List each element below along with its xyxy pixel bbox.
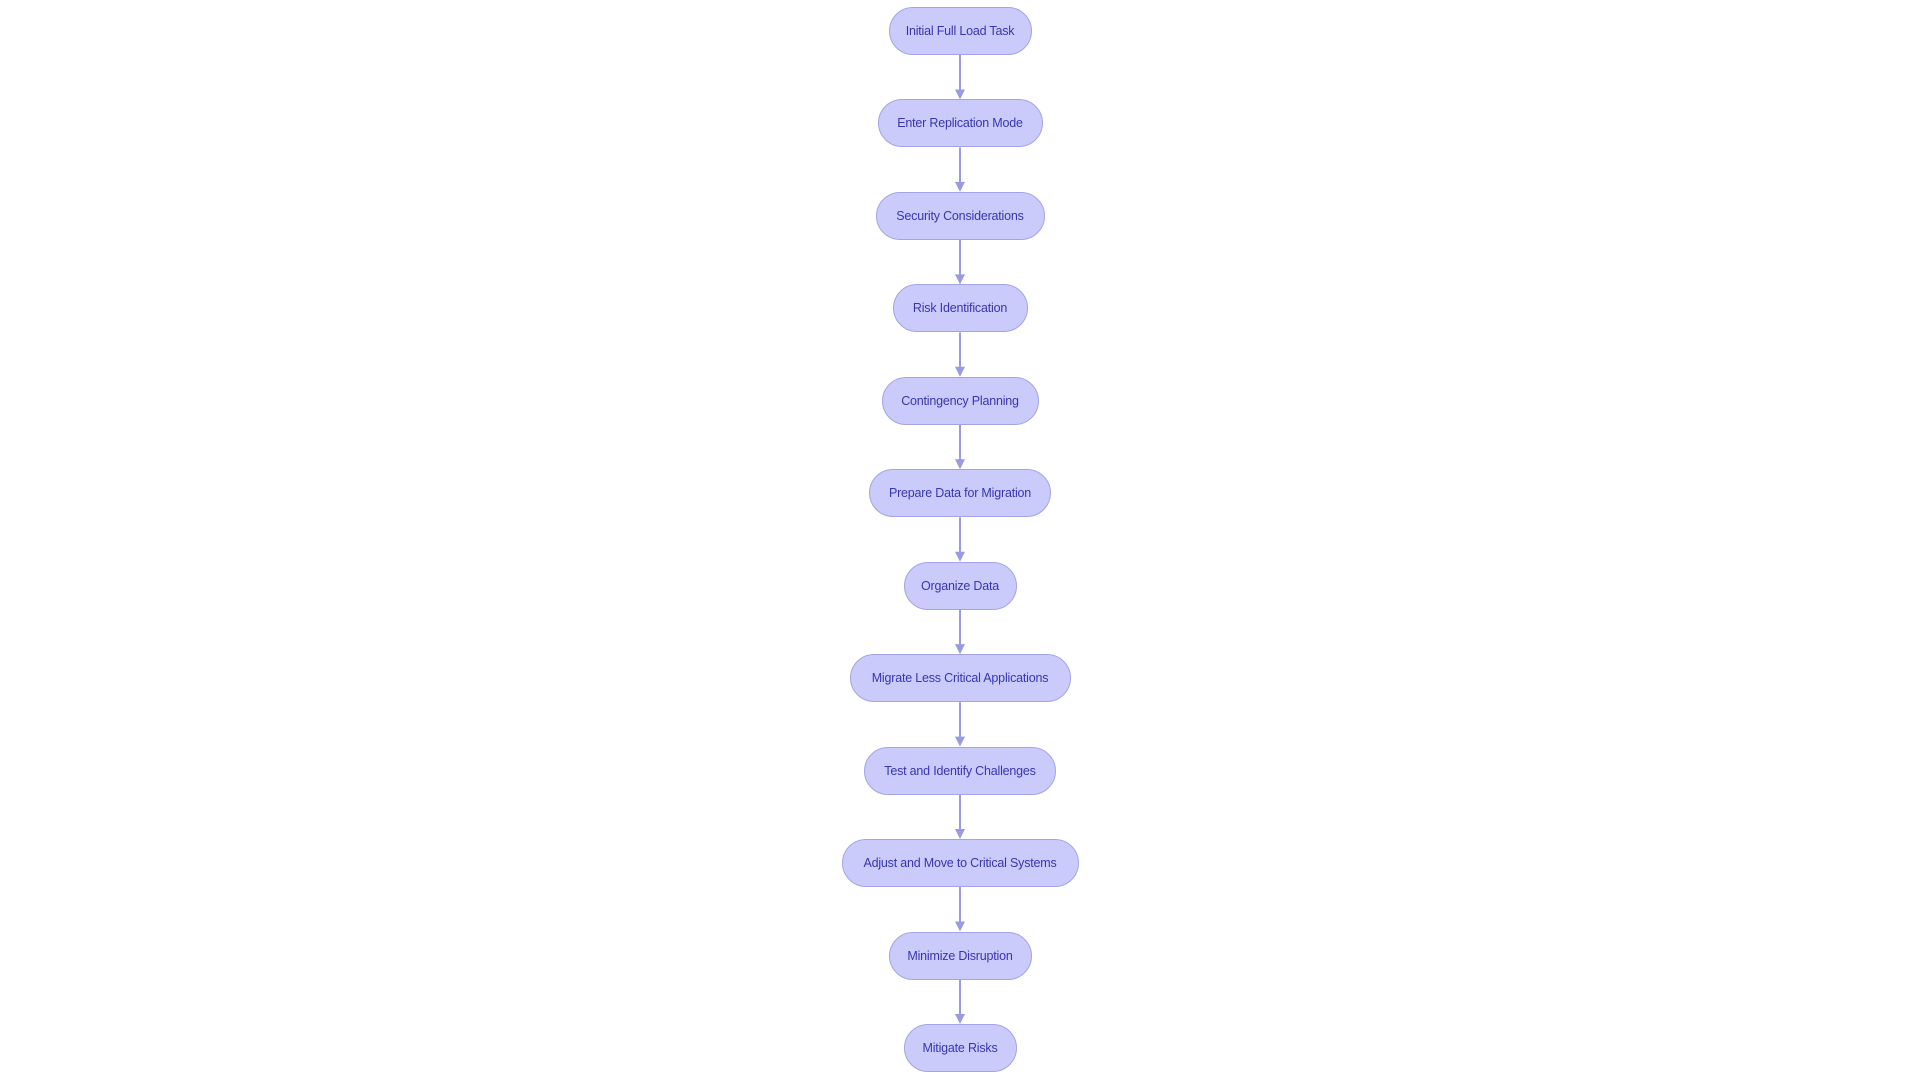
edge-arrow [955, 239, 965, 285]
arrowhead-icon [955, 921, 965, 932]
flowchart: Initial Full Load Task Enter Replication… [0, 0, 1920, 1080]
node-minimize-disruption[interactable]: Minimize Disruption [888, 931, 1032, 980]
edge-arrow [955, 702, 965, 747]
arrowhead-icon [955, 551, 965, 562]
edge-arrow [955, 55, 965, 100]
arrowhead-icon [955, 274, 965, 285]
edge-arrow [955, 332, 965, 377]
arrowhead-icon [955, 829, 965, 840]
node-enter-replication-mode[interactable]: Enter Replication Mode [877, 99, 1043, 148]
node-migrate-less-critical-applications[interactable]: Migrate Less Critical Applications [849, 654, 1071, 703]
node-contingency-planning[interactable]: Contingency Planning [881, 376, 1039, 425]
node-mitigate-risks[interactable]: Mitigate Risks [903, 1023, 1017, 1072]
node-adjust-and-move-to-critical-systems[interactable]: Adjust and Move to Critical Systems [841, 839, 1079, 888]
edge-arrow [955, 147, 965, 192]
node-security-considerations[interactable]: Security Considerations [875, 191, 1045, 240]
edge-arrow [955, 424, 965, 470]
arrowhead-icon [955, 459, 965, 470]
edge-arrow [955, 979, 965, 1024]
arrowhead-icon [955, 736, 965, 747]
edges-layer [955, 55, 965, 1024]
node-risk-identification[interactable]: Risk Identification [892, 284, 1028, 333]
node-test-and-identify-challenges[interactable]: Test and Identify Challenges [864, 746, 1056, 795]
node-organize-data[interactable]: Organize Data [903, 561, 1017, 610]
arrowhead-icon [955, 89, 965, 100]
node-initial-full-load-task[interactable]: Initial Full Load Task [888, 7, 1032, 55]
arrowhead-icon [955, 644, 965, 655]
arrowhead-icon [955, 366, 965, 377]
arrowhead-icon [955, 1013, 965, 1024]
arrowhead-icon [955, 181, 965, 192]
edge-arrow [955, 794, 965, 840]
edge-arrow [955, 517, 965, 562]
node-prepare-data-for-migration[interactable]: Prepare Data for Migration [869, 469, 1051, 518]
edge-arrow [955, 887, 965, 932]
edge-arrow [955, 609, 965, 655]
